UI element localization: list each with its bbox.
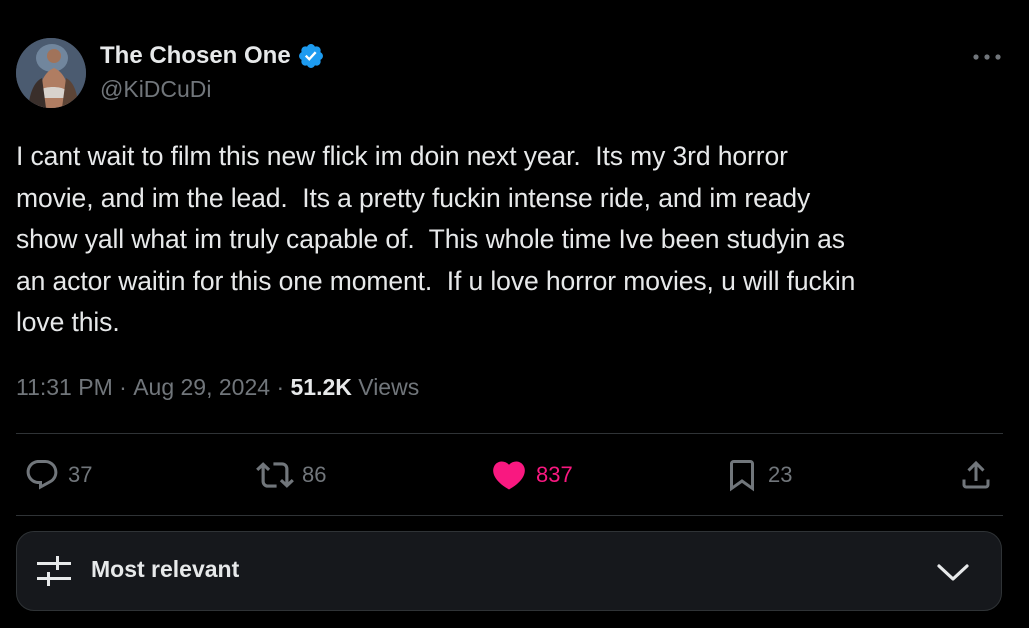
verified-badge-icon[interactable] (297, 42, 325, 70)
views-label: Views (358, 373, 420, 400)
author-display-name[interactable]: The Chosen One (100, 42, 291, 70)
avatar[interactable] (16, 38, 86, 108)
repost-count: 86 (302, 462, 327, 487)
tweet-date[interactable]: Aug 29, 2024 (133, 374, 270, 401)
tweet-meta: 11:31 PM · Aug 29, 2024 · 51.2K Views (16, 370, 419, 404)
share-button[interactable] (958, 450, 994, 500)
tweet-time[interactable]: 11:31 PM (16, 374, 113, 401)
reply-icon (26, 460, 58, 490)
bookmark-button[interactable]: 23 (724, 450, 792, 500)
repost-icon (256, 462, 294, 488)
bookmark-count: 23 (768, 462, 793, 487)
more-dots-icon[interactable] (970, 46, 1004, 68)
divider-bottom (16, 515, 1003, 516)
reply-count: 37 (68, 462, 93, 487)
sort-label: Most relevant (91, 556, 240, 582)
action-bar: 37 86 837 23 (16, 450, 1003, 500)
like-button[interactable]: 837 (490, 450, 573, 500)
heart-icon (493, 461, 525, 490)
meta-separator: · (119, 373, 127, 400)
share-icon (962, 460, 990, 489)
tweet-detail: The Chosen One @KiDCuDi I cant wait to f… (0, 0, 1029, 628)
chevron-down-icon (937, 564, 969, 581)
tweet-text: I cant wait to film this new flick im do… (16, 141, 856, 337)
profile-photo (16, 38, 86, 108)
author-handle[interactable]: @KiDCuDi (100, 76, 212, 103)
reply-button[interactable]: 37 (24, 450, 92, 500)
views-count: 51.2K (290, 373, 352, 400)
divider-top (16, 433, 1003, 434)
reply-sort-dropdown[interactable]: Most relevant (16, 531, 1002, 611)
sliders-icon (37, 556, 71, 586)
author-name-row: The Chosen One (100, 40, 325, 72)
meta-separator: · (276, 373, 285, 400)
like-count: 837 (536, 462, 573, 487)
repost-button[interactable]: 86 (256, 450, 326, 500)
bookmark-icon (730, 460, 754, 492)
